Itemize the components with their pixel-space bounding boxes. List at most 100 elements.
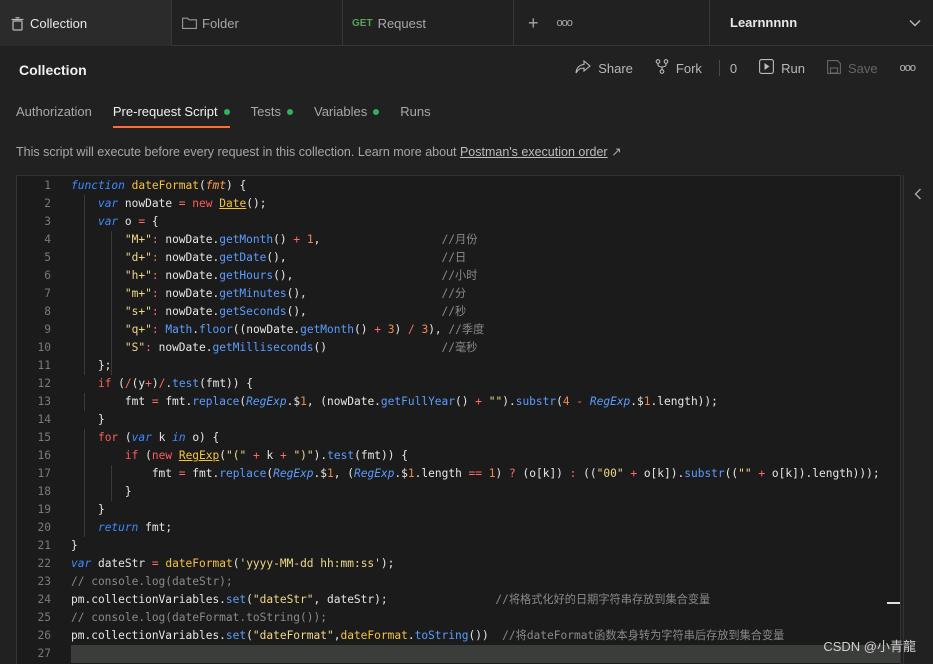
code-line[interactable]: 11 };: [17, 357, 900, 375]
line-number: 13: [37, 395, 51, 408]
save-button[interactable]: Save: [827, 59, 878, 77]
code-line[interactable]: 3 var o = {: [17, 213, 900, 231]
more-actions-button[interactable]: ooo: [899, 62, 916, 74]
tab-actions: + ooo: [514, 0, 710, 45]
tab-tests[interactable]: Tests: [251, 93, 293, 128]
environment-name: Learnnnnn: [730, 15, 798, 30]
more-tabs-button[interactable]: ooo: [557, 14, 573, 32]
code-text: "h+": nowDate.getHours(), //小时: [124, 269, 478, 282]
code-line[interactable]: 21}: [17, 537, 900, 555]
code-line[interactable]: 1 function dateFormat(fmt) {: [17, 177, 900, 195]
code-line[interactable]: 20 return fmt;: [17, 519, 900, 537]
line-number: 21: [37, 539, 51, 552]
code-text: return fmt;: [97, 521, 173, 534]
code-line[interactable]: 5 "d+": nowDate.getDate(), //日: [17, 249, 900, 267]
code-text: fmt = fmt.replace(RegExp.$1, (nowDate.ge…: [71, 395, 718, 408]
code-line[interactable]: 8 "s+": nowDate.getSeconds(), //秒: [17, 303, 900, 321]
fork-count: 0: [729, 60, 738, 76]
line-number: 11: [37, 359, 51, 372]
chevron-down-icon: [909, 15, 921, 30]
code-line[interactable]: 4 "M+": nowDate.getMonth() + 1, //月份: [17, 231, 900, 249]
code-text: var dateStr = dateFormat('yyyy-MM-dd hh:…: [71, 557, 395, 570]
line-number: 7: [44, 287, 51, 300]
tab-strip: Collection Folder GET Request + ooo Lear…: [0, 0, 933, 46]
indent-guide: [111, 465, 112, 501]
share-icon: [575, 59, 592, 77]
external-link-icon: ↗: [611, 145, 622, 159]
code-text: };: [71, 359, 112, 372]
code-line[interactable]: 17 fmt = fmt.replace(RegExp.$1, (RegExp.…: [17, 465, 900, 483]
code-line[interactable]: 19 }: [17, 501, 900, 519]
tab-tests-label: Tests: [250, 104, 281, 119]
code-line[interactable]: 18 }: [17, 483, 900, 501]
line-number: 5: [44, 251, 51, 264]
status-dot: [287, 109, 293, 115]
environment-selector[interactable]: Learnnnnn: [710, 0, 933, 45]
code-text: // console.log(dateStr);: [71, 575, 233, 588]
code-line[interactable]: 6 "h+": nowDate.getHours(), //小时: [17, 267, 900, 285]
new-tab-button[interactable]: +: [528, 14, 539, 32]
more-icon: ooo: [899, 62, 916, 74]
code-text: // console.log(dateFormat.toString());: [71, 611, 327, 624]
tab-pre-request-script[interactable]: Pre-request Script: [112, 93, 230, 128]
code-text: pm.collectionVariables.set("dateStr", da…: [71, 593, 711, 606]
code-line[interactable]: 13 fmt = fmt.replace(RegExp.$1, (nowDate…: [17, 393, 900, 411]
tab-authorization-label: Authorization: [16, 104, 92, 119]
line-number: 20: [37, 521, 51, 534]
code-editor[interactable]: 1 function dateFormat(fmt) {2 var nowDate…: [16, 175, 901, 664]
share-label: Share: [598, 60, 633, 76]
line-number: 25: [37, 611, 51, 624]
line-number: 23: [37, 575, 51, 588]
code-line[interactable]: 9 "q+": Math.floor((nowDate.getMonth() +…: [17, 321, 900, 339]
run-button[interactable]: Run: [759, 59, 805, 77]
line-number: 16: [37, 449, 51, 462]
tab-collection[interactable]: Collection: [0, 0, 172, 46]
method-badge: GET: [352, 17, 373, 29]
indent-guide: [111, 231, 112, 375]
code-line[interactable]: 24 pm.collectionVariables.set("dateStr", …: [17, 591, 900, 609]
execution-order-link[interactable]: Postman's execution order: [460, 145, 608, 159]
info-text: This script will execute before every re…: [16, 145, 460, 159]
tab-runs[interactable]: Runs: [400, 93, 430, 128]
tab-request[interactable]: GET Request: [343, 0, 514, 46]
code-line[interactable]: 16 if (new RegExp("(" + k + ")").test(fm…: [17, 447, 900, 465]
code-text: "q+": Math.floor((nowDate.getMonth() + 3…: [124, 323, 485, 336]
page-title: Collection: [19, 62, 87, 78]
tab-collection-label: Collection: [30, 16, 88, 31]
share-button[interactable]: Share: [575, 59, 633, 77]
code-line[interactable]: 12 if (/(y+)/.test(fmt)) {: [17, 375, 900, 393]
code-line[interactable]: 27: [17, 645, 900, 663]
line-number: 10: [37, 341, 51, 354]
code-line[interactable]: 15 for (var k in o) {: [17, 429, 900, 447]
code-line[interactable]: 23 // console.log(dateStr);: [17, 573, 900, 591]
line-number: 27: [37, 647, 51, 660]
code-text: "m+": nowDate.getMinutes(), //分: [124, 287, 467, 300]
right-panel: [903, 175, 933, 664]
fork-icon: [655, 59, 669, 77]
tab-authorization[interactable]: Authorization: [16, 93, 92, 128]
collection-subtabs: Authorization Pre-request Script Tests V…: [0, 93, 933, 128]
code-text: if (/(y+)/.test(fmt)) {: [97, 377, 253, 390]
tab-request-label: Request: [377, 15, 426, 31]
script-info-text: This script will execute before every re…: [16, 144, 622, 159]
code-text: if (new RegExp("(" + k + ")").test(fmt))…: [124, 449, 408, 462]
line-number: 1: [44, 179, 51, 192]
fork-button[interactable]: Fork 0: [655, 59, 737, 77]
line-number: 6: [44, 269, 51, 282]
code-line[interactable]: 2 var nowDate = new Date();: [17, 195, 900, 213]
tab-folder[interactable]: Folder: [172, 0, 343, 46]
line-number: 17: [37, 467, 51, 480]
watermark: CSDN @小青龍: [823, 639, 916, 654]
tab-variables[interactable]: Variables: [314, 93, 380, 128]
code-line[interactable]: 7 "m+": nowDate.getMinutes(), //分: [17, 285, 900, 303]
line-number: 4: [44, 233, 51, 246]
code-line[interactable]: 25 // console.log(dateFormat.toString());: [17, 609, 900, 627]
code-line[interactable]: 26 pm.collectionVariables.set("dateFormat…: [17, 627, 900, 645]
tab-folder-label: Folder: [202, 15, 239, 31]
tab-variables-label: Variables: [314, 104, 368, 119]
code-line[interactable]: 22 var dateStr = dateFormat('yyyy-MM-dd h…: [17, 555, 900, 573]
chevron-left-icon[interactable]: [914, 187, 922, 203]
code-text: }: [71, 485, 132, 498]
code-line[interactable]: 10 "S": nowDate.getMilliseconds() //毫秒: [17, 339, 900, 357]
code-line[interactable]: 14 }: [17, 411, 900, 429]
